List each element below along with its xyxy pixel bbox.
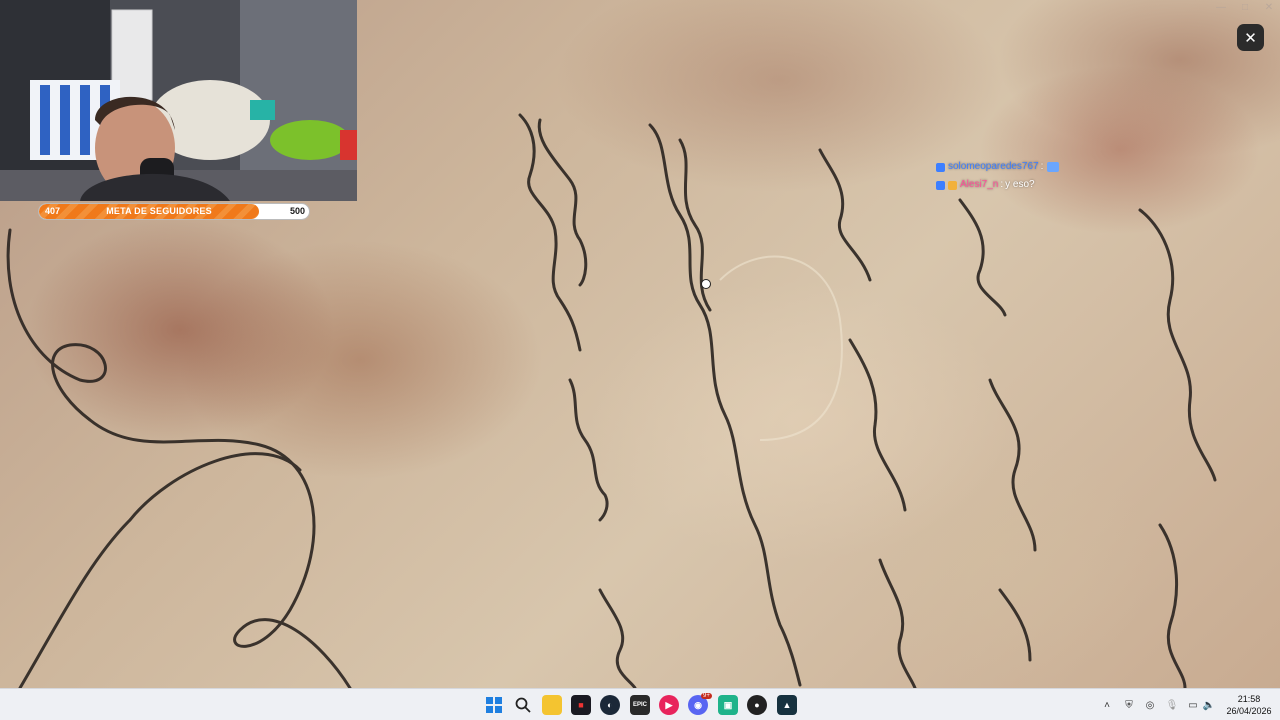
app-icon-3[interactable]: ▲ bbox=[777, 695, 797, 715]
windows-start-icon[interactable] bbox=[484, 695, 504, 715]
follower-goal-title: META DE SEGUIDORES bbox=[106, 206, 212, 216]
network-icon[interactable]: ▭ bbox=[1186, 698, 1200, 712]
clock-date: 26/04/2026 bbox=[1226, 706, 1272, 716]
chat-separator: : bbox=[1040, 161, 1044, 172]
chat-text: y eso? bbox=[1005, 179, 1035, 190]
chat-message: solomeoparedes767 : bbox=[936, 158, 1060, 176]
chat-message: Alesi7_n : y eso? bbox=[936, 176, 1060, 194]
webcam-overlay bbox=[0, 0, 357, 201]
subscriber-badge-icon bbox=[936, 180, 945, 190]
chat-username: Alesi7_n bbox=[960, 179, 999, 190]
follower-goal-target: 500 bbox=[289, 206, 305, 216]
taskbar: ■ ◐ EPIC ▶ ◉ 9+ ▣ ● ▲ ˄ ⛨ ◎ 🎙 ▭ 🔈 21:58 … bbox=[0, 688, 1280, 720]
app-icon[interactable]: ■ bbox=[571, 695, 591, 715]
chat-separator: : bbox=[1000, 179, 1004, 190]
microphone-icon[interactable]: 🎙 bbox=[1165, 698, 1179, 712]
chat-username: solomeoparedes767 bbox=[948, 161, 1039, 172]
discord-notification-badge: 9+ bbox=[701, 693, 712, 699]
search-icon[interactable] bbox=[513, 695, 533, 715]
maximize-icon[interactable]: □ bbox=[1238, 3, 1252, 13]
chat-overlay: solomeoparedes767 : Alesi7_n : y eso? bbox=[936, 158, 1060, 194]
media-player-icon[interactable]: ▶ bbox=[659, 695, 679, 715]
close-button[interactable]: ✕ bbox=[1237, 24, 1264, 51]
chevron-up-icon[interactable]: ˄ bbox=[1100, 698, 1114, 712]
subscriber-badge-icon bbox=[936, 162, 945, 172]
app-icon-2[interactable]: ▣ bbox=[718, 695, 738, 715]
mouse-cursor-icon bbox=[701, 279, 711, 289]
obs-icon[interactable]: ● bbox=[747, 695, 767, 715]
epic-games-icon[interactable]: EPIC bbox=[630, 695, 650, 715]
network-app-icon[interactable]: ◎ bbox=[1143, 698, 1157, 712]
system-clock[interactable]: 21:58 26/04/2026 bbox=[1224, 693, 1274, 717]
volume-icon[interactable]: 🔈 bbox=[1202, 698, 1216, 712]
window-close-icon[interactable]: ✕ bbox=[1262, 3, 1276, 13]
file-explorer-icon[interactable] bbox=[542, 695, 562, 715]
bits-badge-icon bbox=[948, 180, 957, 190]
emote-icon bbox=[1047, 162, 1060, 172]
shield-icon[interactable]: ⛨ bbox=[1122, 698, 1136, 712]
minimize-icon[interactable]: — bbox=[1214, 3, 1228, 13]
follower-goal-bar: 407 META DE SEGUIDORES 500 bbox=[38, 203, 310, 220]
steam-icon[interactable]: ◐ bbox=[600, 695, 620, 715]
clock-time: 21:58 bbox=[1237, 694, 1261, 704]
